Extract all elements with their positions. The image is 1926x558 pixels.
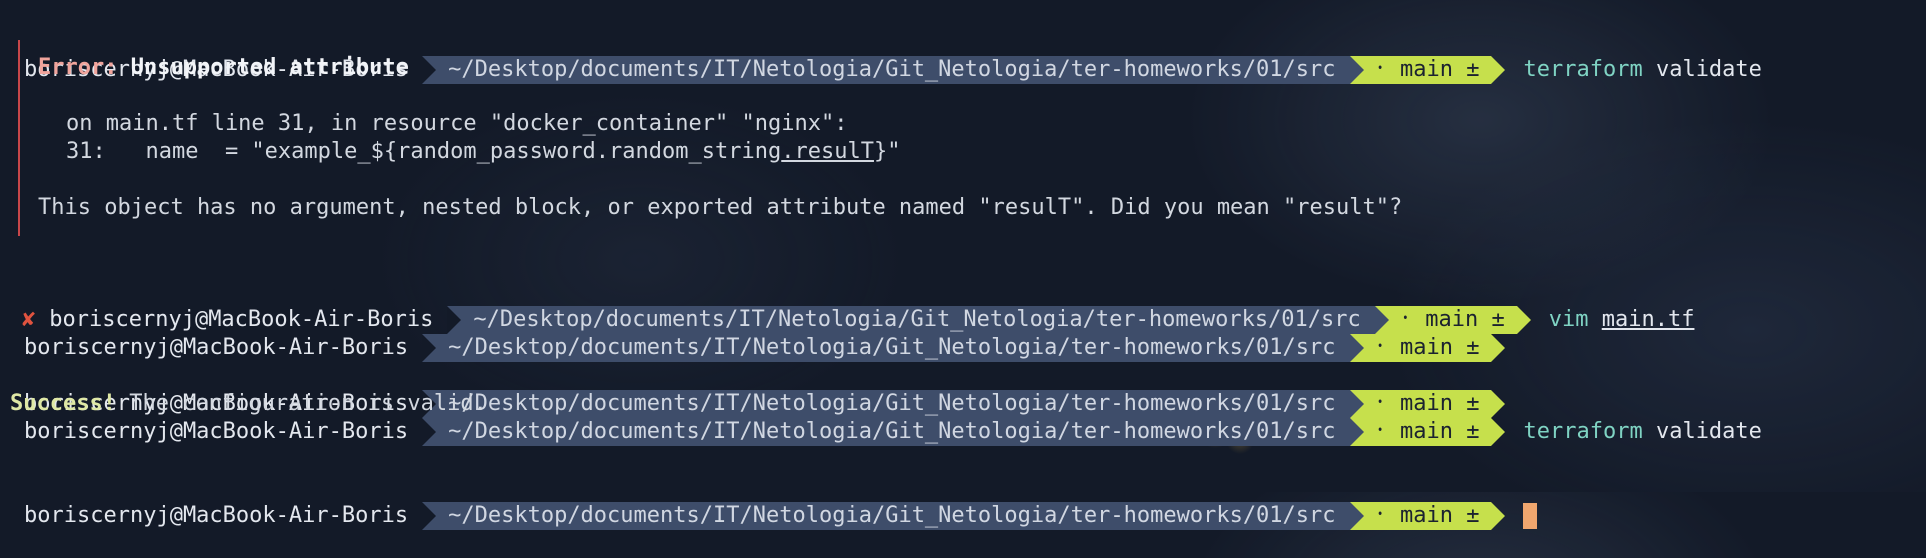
prompt-line-6: boriscernyj@MacBook-Air-Boris ~/Desktop/… bbox=[0, 446, 1538, 530]
prompt-end-arrow bbox=[1491, 502, 1506, 530]
error-location: on main.tf line 31, in resource "docker_… bbox=[66, 111, 848, 136]
prompt-user: boriscernyj@MacBook-Air-Boris bbox=[24, 503, 409, 528]
git-branch-label: main ± bbox=[1400, 57, 1480, 82]
git-branch-icon: ᛫ bbox=[1373, 419, 1387, 444]
prompt-end-arrow bbox=[1516, 306, 1531, 334]
prompt-user: boriscernyj@MacBook-Air-Boris bbox=[24, 419, 409, 444]
prompt-path: ~/Desktop/documents/IT/Netologia/Git_Net… bbox=[422, 56, 1350, 84]
prompt-end-arrow bbox=[1491, 56, 1506, 84]
terminal-cursor[interactable] bbox=[1523, 503, 1538, 529]
command-text: terraform validate bbox=[1523, 57, 1762, 82]
error-message: This object has no argument, nested bloc… bbox=[38, 195, 1403, 220]
git-branch-icon: ᛫ bbox=[1373, 503, 1387, 528]
success-line: Success! The configuration is valid. bbox=[10, 391, 487, 416]
git-branch-icon: ᛫ bbox=[1373, 57, 1387, 82]
prompt-path: ~/Desktop/documents/IT/Netologia/Git_Net… bbox=[422, 418, 1350, 446]
prompt-path: ~/Desktop/documents/IT/Netologia/Git_Net… bbox=[422, 502, 1350, 530]
prompt-line-1: boriscernyj@MacBook-Air-Boris ~/Desktop/… bbox=[0, 0, 1762, 84]
prompt-git: ᛫ main ± bbox=[1349, 418, 1492, 446]
prompt-git: ᛫ main ± bbox=[1349, 502, 1492, 530]
error-code-line: 31: name = "example_${random_password.ra… bbox=[66, 139, 901, 164]
prompt-line-2: ✘ boriscernyj@MacBook-Air-Boris ~/Deskto… bbox=[0, 250, 1694, 334]
git-branch-label: main ± bbox=[1400, 419, 1480, 444]
command-text: vim main.tf bbox=[1548, 307, 1695, 332]
command-text: terraform validate bbox=[1523, 419, 1762, 444]
prompt-line-5: boriscernyj@MacBook-Air-Boris ~/Desktop/… bbox=[0, 362, 1762, 446]
error-heading: Error: Unsupported attribute bbox=[38, 55, 409, 80]
git-branch-label: main ± bbox=[1400, 503, 1480, 528]
prompt-line-4: boriscernyj@MacBook-Air-Boris ~/Desktop/… bbox=[0, 334, 1506, 418]
error-bar bbox=[18, 40, 20, 236]
prompt-line-3: boriscernyj@MacBook-Air-Boris ~/Desktop/… bbox=[0, 278, 1506, 362]
prompt-git: ᛫ main ± bbox=[1349, 56, 1492, 84]
prompt-end-arrow bbox=[1491, 418, 1506, 446]
